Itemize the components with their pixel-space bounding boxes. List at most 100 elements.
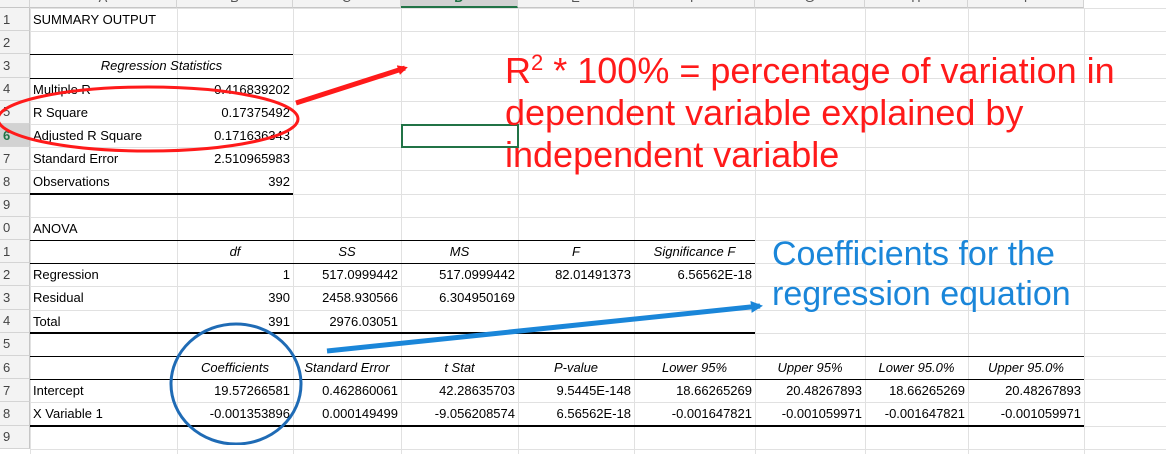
anova-header[interactable]: df xyxy=(177,240,293,263)
anova-header[interactable]: F xyxy=(518,240,634,263)
column-header-e[interactable]: E xyxy=(518,0,634,8)
row-header[interactable]: 3 xyxy=(0,54,30,78)
coef-value[interactable]: 18.66265269 xyxy=(865,379,968,402)
coef-value[interactable]: 19.57266581 xyxy=(177,379,293,402)
coef-value[interactable]: -0.001059971 xyxy=(968,402,1084,425)
coef-header[interactable]: Lower 95% xyxy=(634,356,755,379)
coef-line2-text: regression equation xyxy=(772,275,1071,313)
row-header[interactable]: 4 xyxy=(0,309,30,333)
anova-header[interactable]: MS xyxy=(401,240,518,263)
anova-value[interactable]: 517.0999442 xyxy=(401,263,518,286)
coef-header[interactable]: Lower 95.0% xyxy=(865,356,968,379)
stat-value[interactable]: 0.416839202 xyxy=(177,78,293,101)
row-header[interactable]: 7 xyxy=(0,147,30,171)
coef-value[interactable]: 6.56562E-18 xyxy=(518,402,634,425)
summary-output-label[interactable]: SUMMARY OUTPUT xyxy=(30,8,293,31)
cell-border xyxy=(30,192,293,195)
anova-row-label[interactable]: Residual xyxy=(30,286,177,309)
anova-row-label[interactable]: Regression xyxy=(30,263,177,286)
anova-value[interactable]: 2458.930566 xyxy=(293,286,401,309)
anova-header[interactable]: Significance F xyxy=(634,240,755,263)
column-header-h[interactable]: H xyxy=(865,0,968,8)
stat-value[interactable]: 392 xyxy=(177,170,293,193)
coef-value[interactable]: -0.001647821 xyxy=(634,402,755,425)
stat-label[interactable]: Adjusted R Square xyxy=(30,124,177,147)
r2-line1-text: * 100% = percentage of variation in xyxy=(543,50,1115,91)
row-header[interactable]: 6 xyxy=(0,356,30,380)
row-header[interactable]: 5 xyxy=(0,100,30,124)
coef-value[interactable]: -0.001059971 xyxy=(755,402,865,425)
row-header[interactable]: 2 xyxy=(0,31,30,55)
coef-line1-text: Coefficients for the xyxy=(772,235,1055,273)
cell-border xyxy=(30,356,1084,357)
r-square-annotation: R2 * 100% = percentage of variation in d… xyxy=(505,50,1115,176)
stat-label[interactable]: Multiple R xyxy=(30,78,177,101)
anova-value[interactable]: 1 xyxy=(177,263,293,286)
anova-row-label[interactable]: Total xyxy=(30,310,177,333)
regression-statistics-header[interactable]: Regression Statistics xyxy=(30,54,293,77)
active-cell-selection[interactable] xyxy=(401,124,519,149)
coef-header[interactable]: Upper 95% xyxy=(755,356,865,379)
anova-value[interactable]: 6.56562E-18 xyxy=(634,263,755,286)
select-all-corner[interactable] xyxy=(0,0,30,8)
cell-border xyxy=(30,424,1084,427)
row-header[interactable]: 5 xyxy=(0,332,30,356)
row-header[interactable]: 0 xyxy=(0,216,30,240)
coef-row-label[interactable]: Intercept xyxy=(30,379,177,402)
coef-row-label[interactable]: X Variable 1 xyxy=(30,402,177,425)
coef-header[interactable]: Upper 95.0% xyxy=(968,356,1084,379)
coef-value[interactable]: 18.66265269 xyxy=(634,379,755,402)
stat-label[interactable]: R Square xyxy=(30,101,177,124)
column-header-g[interactable]: G xyxy=(755,0,865,8)
column-header-a[interactable]: A xyxy=(30,0,177,8)
anova-value[interactable]: 82.01491373 xyxy=(518,263,634,286)
coef-value[interactable]: 42.28635703 xyxy=(401,379,518,402)
row-header[interactable]: 8 xyxy=(0,402,30,426)
row-header[interactable]: 6 xyxy=(0,124,30,148)
anova-value[interactable]: 6.304950169 xyxy=(401,286,518,309)
coef-value[interactable]: 20.48267893 xyxy=(968,379,1084,402)
coef-header[interactable]: t Stat xyxy=(401,356,518,379)
coef-value[interactable]: 0.462860061 xyxy=(293,379,401,402)
column-header-f[interactable]: F xyxy=(634,0,755,8)
coef-value[interactable]: -0.001353896 xyxy=(177,402,293,425)
coef-value[interactable]: 20.48267893 xyxy=(755,379,865,402)
coef-value[interactable]: 0.000149499 xyxy=(293,402,401,425)
row-header[interactable]: 1 xyxy=(0,240,30,264)
r2-superscript: 2 xyxy=(531,50,544,75)
stat-label[interactable]: Observations xyxy=(30,170,177,193)
stat-value[interactable]: 0.171636343 xyxy=(177,124,293,147)
column-header-i[interactable]: I xyxy=(968,0,1084,8)
cell-border xyxy=(30,240,755,241)
gridline-horizontal xyxy=(30,31,1166,33)
stat-label[interactable]: Standard Error xyxy=(30,147,177,170)
anova-value[interactable]: 517.0999442 xyxy=(293,263,401,286)
row-header[interactable]: 3 xyxy=(0,286,30,310)
anova-header[interactable]: SS xyxy=(293,240,401,263)
column-header-b[interactable]: B xyxy=(177,0,293,8)
row-header[interactable]: 4 xyxy=(0,77,30,101)
row-header[interactable]: 7 xyxy=(0,379,30,403)
stat-value[interactable]: 0.17375492 xyxy=(177,101,293,124)
row-header[interactable]: 2 xyxy=(0,263,30,287)
row-header[interactable]: 1 xyxy=(0,8,30,32)
anova-label[interactable]: ANOVA xyxy=(30,217,177,240)
coef-value[interactable]: 9.5445E-148 xyxy=(518,379,634,402)
anova-value[interactable]: 2976.03051 xyxy=(293,310,401,333)
column-header-c[interactable]: C xyxy=(293,0,401,8)
coef-header[interactable]: Coefficients xyxy=(177,356,293,379)
anova-value[interactable]: 390 xyxy=(177,286,293,309)
stat-value[interactable]: 2.510965983 xyxy=(177,147,293,170)
row-header[interactable]: 9 xyxy=(0,425,30,449)
coef-header[interactable]: Standard Error xyxy=(293,356,401,379)
r2-base-text: R xyxy=(505,50,531,91)
coef-value[interactable]: -9.056208574 xyxy=(401,402,518,425)
cell-border xyxy=(30,331,755,334)
anova-value[interactable]: 391 xyxy=(177,310,293,333)
column-header-d[interactable]: D xyxy=(401,0,518,8)
row-header[interactable]: 9 xyxy=(0,193,30,217)
coef-header[interactable]: P-value xyxy=(518,356,634,379)
gridline-horizontal xyxy=(30,216,1166,218)
coef-value[interactable]: -0.001647821 xyxy=(865,402,968,425)
row-header[interactable]: 8 xyxy=(0,170,30,194)
